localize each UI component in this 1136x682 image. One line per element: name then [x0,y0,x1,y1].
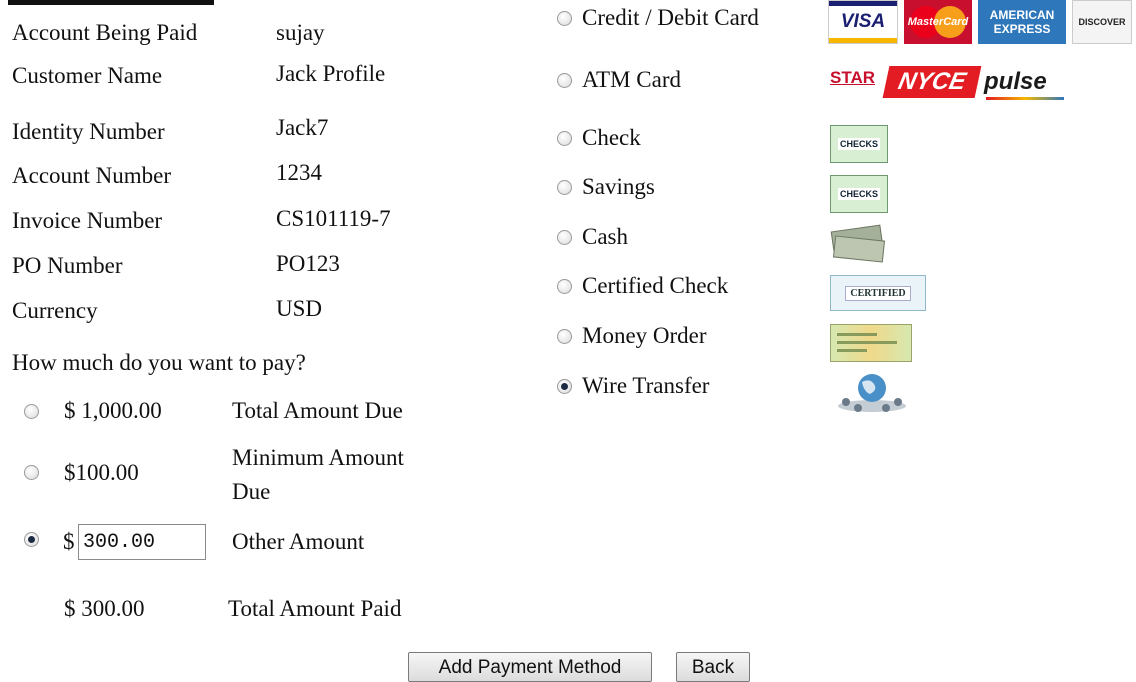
atm-card-radio[interactable] [557,73,572,88]
nyce-logo: NYCE [882,66,982,98]
other-amount-currency-symbol: $ [63,529,75,554]
pulse-text: pulse [984,68,1047,95]
total-amount-paid-value: $ 300.00 [64,596,145,621]
minimum-amount-due-radio[interactable] [24,465,39,480]
certified-check-radio[interactable] [557,279,572,294]
visa-text: VISA [840,11,886,32]
amex-text-line1: AMERICAN [989,8,1055,22]
identity-number-label: Identity Number [12,119,165,144]
discover-text: DISCOVER [1078,17,1126,27]
atm-network-logos: STAR NYCE pulse [828,62,1068,104]
total-amount-paid-label: Total Amount Paid [228,596,402,621]
pulse-logo: pulse [984,68,1066,100]
add-payment-method-button[interactable]: Add Payment Method [408,652,652,682]
account-being-paid-label: Account Being Paid [12,20,198,45]
certified-check-icon-text: CERTIFIED [845,285,911,301]
total-amount-due-label: Total Amount Due [232,398,403,423]
mastercard-text: MasterCard [907,16,969,28]
identity-number-value: Jack7 [276,115,329,140]
discover-logo: DISCOVER [1072,0,1132,44]
invoice-number-value: CS101119-7 [276,206,391,231]
invoice-number-label: Invoice Number [12,208,163,233]
amex-logo: AMERICAN EXPRESS [978,0,1066,44]
minimum-amount-due-value: $100.00 [64,460,139,485]
customer-name-value: Jack Profile [276,61,386,86]
mastercard-logo: MasterCard [904,0,972,44]
savings-radio[interactable] [557,180,572,195]
wire-transfer-label[interactable]: Wire Transfer [582,372,709,400]
currency-value: USD [276,296,323,321]
currency-label: Currency [12,298,98,323]
money-order-radio[interactable] [557,329,572,344]
cash-label[interactable]: Cash [582,223,628,251]
savings-checks-icon-text: CHECKS [837,188,880,200]
pay-amount-question: How much do you want to pay? [12,350,306,375]
account-number-value: 1234 [276,160,322,185]
po-number-label: PO Number [12,253,123,278]
total-amount-due-radio[interactable] [24,404,39,419]
globe-network-icon [832,370,912,414]
visa-logo: VISA [828,0,898,44]
savings-label[interactable]: Savings [582,173,655,201]
checks-icon-text: CHECKS [837,138,880,150]
other-amount-radio[interactable] [24,532,39,547]
other-amount-label: Other Amount [232,529,365,554]
account-number-label: Account Number [12,163,172,188]
credit-debit-card-radio[interactable] [557,11,572,26]
star-text: STAR [830,68,876,87]
po-number-value: PO123 [276,251,340,276]
savings-checks-icon: CHECKS [830,175,888,213]
customer-name-label: Customer Name [12,63,163,88]
star-logo: STAR [828,62,880,104]
cash-radio[interactable] [557,230,572,245]
top-divider-bar [8,0,214,5]
nyce-text: NYCE [895,68,969,95]
minimum-amount-due-label-line2: Due [232,479,271,504]
cash-icon [830,222,886,264]
other-amount-input[interactable] [78,524,206,560]
minimum-amount-due-label-line1: Minimum Amount [232,445,404,470]
money-order-icon [830,324,912,362]
account-being-paid-value: sujay [276,20,325,45]
certified-check-icon: CERTIFIED [830,275,926,311]
check-label[interactable]: Check [582,124,641,152]
wire-transfer-radio[interactable] [557,379,572,394]
check-radio[interactable] [557,131,572,146]
total-amount-due-value: $ 1,000.00 [64,398,162,423]
certified-check-label[interactable]: Certified Check [582,272,728,300]
credit-card-logos: VISA MasterCard AMERICAN EXPRESS DISCOVE… [828,0,1133,44]
back-button[interactable]: Back [676,652,750,682]
atm-card-label[interactable]: ATM Card [582,66,681,94]
money-order-label[interactable]: Money Order [582,322,707,350]
amex-text-line2: EXPRESS [993,22,1051,36]
credit-debit-card-label[interactable]: Credit / Debit Card [582,4,759,32]
checks-icon: CHECKS [830,125,888,163]
